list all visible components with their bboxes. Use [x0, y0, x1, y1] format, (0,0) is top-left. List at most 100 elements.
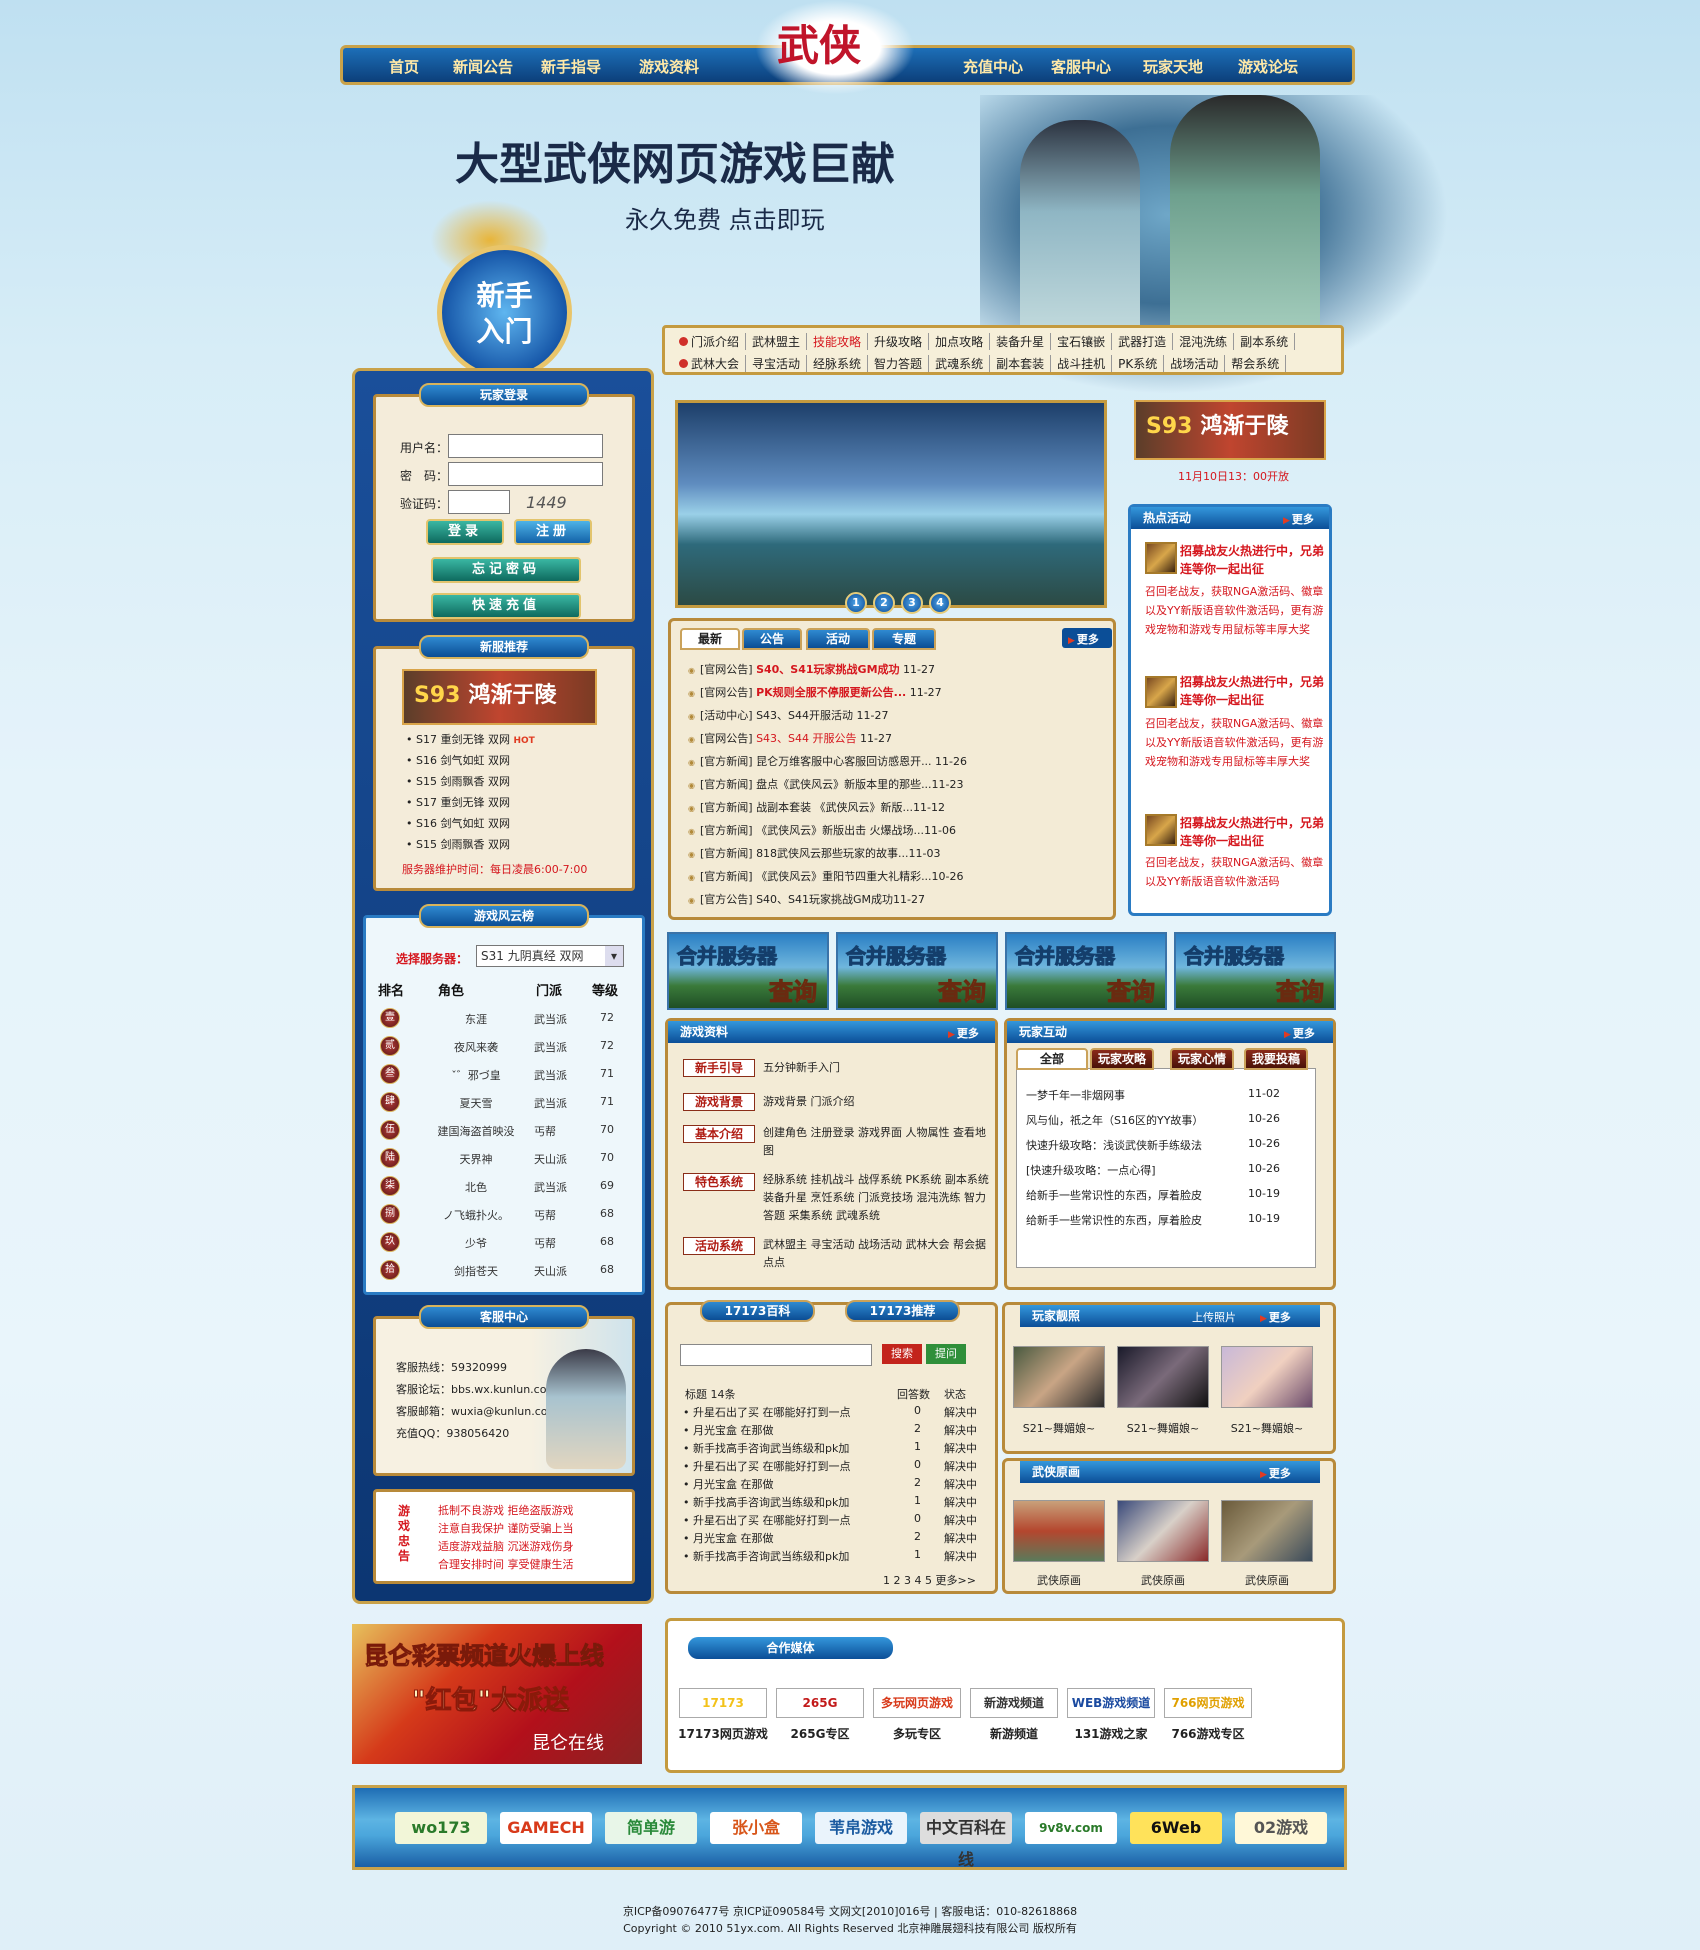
news-item[interactable]: [官方公告] S40、S41玩家挑战GM成功11-27: [688, 891, 925, 907]
friend-logo[interactable]: 张小盒: [710, 1812, 802, 1844]
event-title[interactable]: 招募战友火热进行中，兄弟连等你一起出征: [1180, 814, 1330, 850]
media-caption[interactable]: 多玩专区: [867, 1725, 967, 1742]
interact-item[interactable]: 快速升级攻略：浅谈武侠新手练级法: [1026, 1137, 1202, 1153]
rank-role[interactable]: 建国海盗首映没: [426, 1123, 526, 1139]
nav-recharge[interactable]: 充值中心: [963, 56, 1023, 77]
carousel-page[interactable]: 1: [845, 592, 867, 614]
tab-recommend[interactable]: 17173推荐: [845, 1300, 960, 1322]
tab-submit[interactable]: 我要投稿: [1244, 1048, 1308, 1070]
artwork-image[interactable]: [1013, 1500, 1105, 1562]
baike-question[interactable]: • 月光宝盒 在那做: [683, 1530, 773, 1546]
server-select[interactable]: S31 九阴真经 双网 ▾: [476, 945, 624, 967]
news-item[interactable]: [活动中心] S43、S44开服活动 11-27: [688, 707, 889, 723]
rank-role[interactable]: 东涯: [426, 1011, 526, 1027]
event-title[interactable]: 招募战友火热进行中，兄弟连等你一起出征: [1180, 673, 1330, 709]
tag-background[interactable]: 游戏背景: [683, 1093, 755, 1111]
merge-server-button[interactable]: 合并服务器 查询: [667, 932, 829, 1010]
interact-item[interactable]: 一梦千年一非烟网事: [1026, 1087, 1125, 1103]
server-item[interactable]: • S17 重剑无锋 双网 HOT: [406, 731, 535, 747]
quick-link[interactable]: 武林盟主: [746, 332, 808, 350]
upload-photo-link[interactable]: 上传照片: [1192, 1309, 1236, 1325]
newbie-button[interactable]: 新手入门: [437, 245, 572, 380]
baike-question[interactable]: • 新手找高手咨询武当练级和pk加: [683, 1440, 849, 1456]
quick-link[interactable]: 帮会系统: [1225, 354, 1287, 372]
quick-link[interactable]: 经脉系统: [807, 354, 869, 372]
tab-guides[interactable]: 玩家攻略: [1090, 1048, 1154, 1070]
carousel-page[interactable]: 2: [873, 592, 895, 614]
rank-role[interactable]: 剑指苍天: [426, 1263, 526, 1279]
quick-link[interactable]: 加点攻略: [929, 332, 991, 350]
event-title[interactable]: 招募战友火热进行中，兄弟连等你一起出征: [1180, 542, 1330, 578]
info-links[interactable]: 游戏背景 门派介绍: [763, 1093, 993, 1111]
nav-player[interactable]: 玩家天地: [1143, 56, 1203, 77]
quick-link[interactable]: PK系统: [1112, 354, 1165, 372]
quick-link[interactable]: 寻宝活动: [746, 354, 808, 372]
tab-latest[interactable]: 最新: [680, 628, 740, 650]
tab-all[interactable]: 全部: [1016, 1048, 1088, 1070]
server-item[interactable]: • S16 剑气如虹 双网: [406, 752, 510, 768]
tag-features[interactable]: 特色系统: [683, 1173, 755, 1191]
media-logo[interactable]: 多玩网页游戏: [873, 1688, 961, 1718]
media-logo[interactable]: 新游戏频道: [970, 1688, 1058, 1718]
player-photo[interactable]: [1221, 1346, 1313, 1408]
media-caption[interactable]: 131游戏之家: [1061, 1725, 1161, 1742]
tab-notice[interactable]: 公告: [742, 628, 802, 650]
game-logo[interactable]: 武侠: [755, 0, 915, 95]
media-caption[interactable]: 766游戏专区: [1158, 1725, 1258, 1742]
quick-link[interactable]: 战斗挂机: [1051, 354, 1113, 372]
rank-role[interactable]: ˇ゛邪づ皇: [426, 1067, 526, 1083]
baike-question[interactable]: • 升星石出了买 在哪能好打到一点: [683, 1404, 850, 1420]
rank-role[interactable]: ノ飞蛾扑火。: [426, 1207, 526, 1223]
captcha-input[interactable]: [448, 490, 510, 514]
media-logo[interactable]: WEB游戏频道: [1067, 1688, 1155, 1718]
interact-item[interactable]: 风与仙，祇之年（S16区的YY故事）: [1026, 1112, 1203, 1128]
nav-home[interactable]: 首页: [389, 56, 419, 77]
tab-topics[interactable]: 专题: [872, 628, 936, 650]
media-caption[interactable]: 265G专区: [770, 1725, 870, 1742]
rank-role[interactable]: 天界神: [426, 1151, 526, 1167]
news-item[interactable]: [官方新闻] 盘点《武侠风云》新版本里的那些...11-23: [688, 776, 964, 792]
info-links[interactable]: 武林盟主 寻宝活动 战场活动 武林大会 帮会据点点: [763, 1236, 993, 1272]
quick-link[interactable]: 门派介绍: [673, 332, 747, 350]
merge-server-button[interactable]: 合并服务器 查询: [836, 932, 998, 1010]
news-item[interactable]: [官方新闻] 战副本套装 《武侠风云》新版...11-12: [688, 799, 945, 815]
media-caption[interactable]: 17173网页游戏: [673, 1725, 773, 1742]
news-item[interactable]: [官网公告] S40、S41玩家挑战GM成功 11-27: [688, 661, 935, 677]
baike-question[interactable]: • 升星石出了买 在哪能好打到一点: [683, 1512, 850, 1528]
news-item[interactable]: [官方新闻] 昆仑万维客服中心客服回访感恩开... 11-26: [688, 753, 967, 769]
merge-server-button[interactable]: 合并服务器 查询: [1005, 932, 1167, 1010]
nav-guide[interactable]: 新手指导: [541, 56, 601, 77]
tab-moods[interactable]: 玩家心情: [1170, 1048, 1234, 1070]
friend-logo[interactable]: 9v8v.com: [1025, 1812, 1117, 1844]
nav-forum[interactable]: 游戏论坛: [1238, 56, 1298, 77]
baike-question[interactable]: • 新手找高手咨询武当练级和pk加: [683, 1548, 849, 1564]
new-server-banner[interactable]: S93 鸿渐于陵: [402, 669, 597, 725]
news-item[interactable]: [官方新闻] 《武侠风云》重阳节四重大礼精彩...10-26: [688, 868, 964, 884]
server-item[interactable]: • S16 剑气如虹 双网: [406, 815, 510, 831]
rank-role[interactable]: 少爷: [426, 1235, 526, 1251]
tag-basic[interactable]: 基本介绍: [683, 1125, 755, 1143]
baike-question[interactable]: • 新手找高手咨询武当练级和pk加: [683, 1494, 849, 1510]
quick-link[interactable]: 武林大会: [673, 354, 747, 372]
friend-logo[interactable]: 6Web: [1130, 1812, 1222, 1844]
photos-more[interactable]: 更多: [1260, 1309, 1291, 1325]
baike-question[interactable]: • 月光宝盒 在那做: [683, 1422, 773, 1438]
password-input[interactable]: [448, 462, 603, 486]
quick-link[interactable]: 装备升星: [990, 332, 1052, 350]
lottery-banner[interactable]: 昆仑彩票频道火爆上线 "红包"大派送 昆仑在线: [352, 1624, 642, 1764]
friend-logo[interactable]: 苇帛游戏: [815, 1812, 907, 1844]
open-server-banner[interactable]: S93 鸿渐于陵: [1134, 400, 1326, 460]
game-info-more[interactable]: 更多: [948, 1025, 979, 1041]
rank-role[interactable]: 夜风来袭: [426, 1039, 526, 1055]
carousel-image[interactable]: [675, 400, 1107, 608]
merge-server-button[interactable]: 合并服务器 查询: [1174, 932, 1336, 1010]
username-input[interactable]: [448, 434, 603, 458]
service-forum[interactable]: 客服论坛：bbs.wx.kunlun.com: [396, 1381, 557, 1397]
quick-recharge-button[interactable]: 快速充值: [431, 593, 581, 619]
info-links[interactable]: 经脉系统 挂机战斗 战俘系统 PK系统 副本系统 装备升星 烹饪系统 门派竞技场…: [763, 1171, 993, 1225]
quick-link[interactable]: 技能攻略: [807, 332, 869, 350]
server-item[interactable]: • S15 剑雨飘香 双网: [406, 836, 510, 852]
nav-news[interactable]: 新闻公告: [453, 56, 513, 77]
quick-link[interactable]: 升级攻略: [868, 332, 930, 350]
quick-link[interactable]: 宝石镶嵌: [1051, 332, 1113, 350]
